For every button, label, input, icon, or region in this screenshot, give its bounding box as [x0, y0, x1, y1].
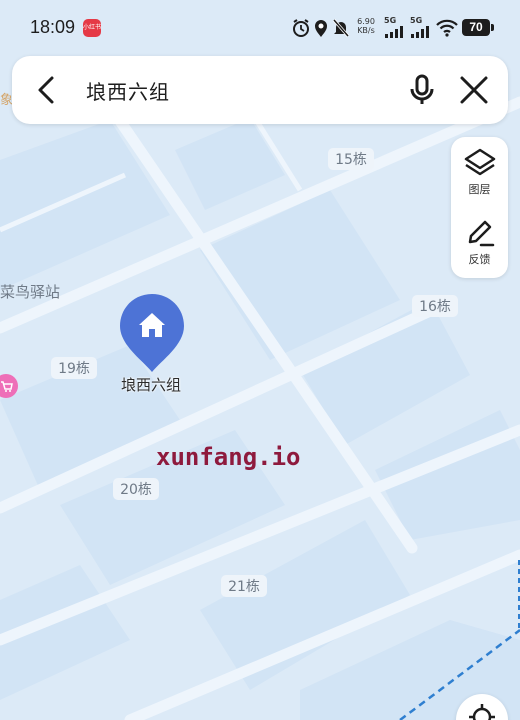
feedback-button[interactable]: 反馈: [451, 213, 508, 279]
alarm-icon: [293, 19, 309, 37]
network-speed-value: 6.90: [357, 17, 375, 26]
locate-icon: [469, 704, 495, 720]
building-15-label[interactable]: 15栋: [335, 151, 367, 168]
signal1-label: 5G: [384, 16, 397, 25]
app-notification-badge: 小红书: [83, 19, 101, 37]
voice-search-button[interactable]: [404, 72, 440, 108]
layers-icon: [464, 148, 495, 176]
network-speed-unit: KB/s: [357, 26, 375, 35]
signal1-icon: [385, 26, 403, 38]
cainiao-station-label[interactable]: 菜鸟驿站: [0, 281, 60, 302]
layers-label: 图层: [468, 183, 491, 196]
pin-label[interactable]: 埌西六组: [104, 374, 198, 395]
feedback-label: 反馈: [468, 253, 491, 266]
close-icon: [460, 76, 488, 104]
mute-bell-icon: [332, 19, 350, 37]
building-21-label[interactable]: 21栋: [228, 578, 260, 595]
building-20-label[interactable]: 20栋: [120, 481, 152, 498]
wifi-icon: [436, 19, 458, 37]
microphone-icon: [410, 74, 434, 104]
building-19-label[interactable]: 19栋: [58, 360, 90, 377]
feedback-pen-icon: [468, 220, 494, 247]
network-speed: 6.90 KB/s: [355, 17, 377, 35]
clear-search-button[interactable]: [456, 72, 492, 108]
signal2-label: 5G: [410, 16, 423, 25]
signal2-icon: [411, 26, 429, 38]
map-tools-panel: 图层 反馈: [451, 137, 508, 278]
back-arrow-icon: [38, 76, 54, 104]
building-16-label[interactable]: 16栋: [419, 298, 451, 315]
search-bar: 埌西六组: [12, 56, 508, 124]
status-bar: 18:09 小红书 6.90 KB/s 5G 5G 70: [0, 0, 520, 52]
search-input[interactable]: 埌西六组: [86, 76, 170, 105]
back-button[interactable]: [30, 72, 66, 108]
watermark: xunfang.io: [156, 443, 301, 471]
status-time: 18:09: [30, 17, 76, 37]
layers-button[interactable]: 图层: [451, 143, 508, 209]
location-status-icon: [315, 20, 327, 37]
battery-indicator: 70: [462, 19, 494, 36]
